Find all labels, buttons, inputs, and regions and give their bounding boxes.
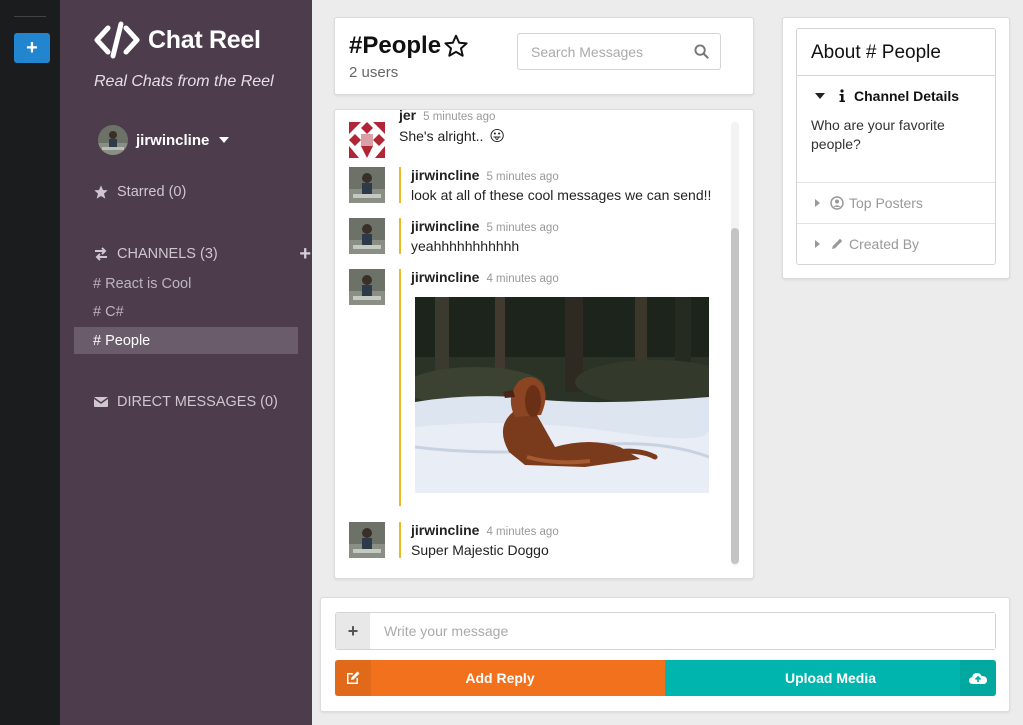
message-avatar <box>349 522 385 558</box>
add-reply-label: Add Reply <box>465 670 535 686</box>
message-author[interactable]: jirwincline <box>411 218 479 234</box>
search-box <box>517 33 721 70</box>
accordion-channel-details[interactable]: Channel Details <box>797 76 995 116</box>
user-avatar <box>98 125 128 155</box>
search-icon[interactable] <box>694 44 709 59</box>
meta-title: About # People <box>797 29 995 76</box>
message-time: 5 minutes ago <box>486 222 559 234</box>
upload-media-button[interactable]: Upload Media <box>665 660 996 696</box>
compose-field: + <box>335 612 996 650</box>
message-time: 4 minutes ago <box>486 273 559 285</box>
sidebar: Chat Reel Real Chats from the Reel jirwi… <box>60 0 312 725</box>
message-author[interactable]: jirwincline <box>411 522 479 538</box>
message-text: yeahhhhhhhhhhh <box>411 238 520 254</box>
message-input[interactable] <box>370 613 995 649</box>
chevron-down-icon <box>219 137 230 143</box>
messages-scrollbar[interactable] <box>731 122 739 566</box>
caret-right-icon <box>815 240 820 248</box>
message-author[interactable]: jirwincline <box>411 269 479 285</box>
channel-meta-panel: About # People Channel Details Who are y… <box>782 17 1010 279</box>
upload-media-label: Upload Media <box>784 670 876 686</box>
add-attachment-button[interactable]: + <box>336 613 370 649</box>
strip-divider <box>14 16 46 17</box>
info-icon <box>839 89 845 102</box>
message-text-content: She's alright.. <box>399 128 484 144</box>
channel-description: Who are your favorite people? <box>811 117 945 152</box>
channel-title-text: #People <box>349 32 442 59</box>
user-circle-icon <box>830 196 844 210</box>
direct-messages-label: DIRECT MESSAGES (0) <box>117 394 278 410</box>
edit-icon <box>335 660 371 696</box>
mail-icon <box>93 394 109 410</box>
sidebar-item-people[interactable]: # People <box>74 327 298 354</box>
caret-right-icon <box>815 199 820 207</box>
accordion-label: Created By <box>849 236 920 252</box>
exchange-icon <box>93 246 109 262</box>
starred-section[interactable]: Starred (0) <box>93 184 186 200</box>
message-author[interactable]: jirwincline <box>411 167 479 183</box>
channel-header: #People 2 users <box>334 17 754 95</box>
channels-label: CHANNELS (3) <box>117 246 218 262</box>
app-tagline: Real Chats from the Reel <box>94 73 274 90</box>
accordion-label: Channel Details <box>854 88 960 104</box>
message-header: jirwincline 5 minutes ago <box>411 167 719 183</box>
brand: Chat Reel <box>94 20 261 60</box>
message-header: jer 5 minutes ago <box>399 110 719 123</box>
message-text: look at all of these cool messages we ca… <box>411 187 712 203</box>
message-body: jirwincline 5 minutes ago yeahhhhhhhhhhh <box>399 218 719 254</box>
message-header: jirwincline 4 minutes ago <box>411 522 719 538</box>
caret-down-icon <box>815 93 825 99</box>
code-icon <box>94 21 140 59</box>
sidebar-item-csharp[interactable]: # C# <box>74 298 298 325</box>
messages-panel[interactable]: jer 5 minutes ago She's alright.. 😛 jirw… <box>334 109 754 579</box>
message-body: jirwincline 4 minutes ago Super Majestic… <box>399 522 719 558</box>
add-channel-button[interactable]: + <box>299 244 311 264</box>
add-team-button[interactable]: + <box>14 33 50 63</box>
message-body: jer 5 minutes ago She's alright.. 😛 <box>399 110 719 145</box>
scrollbar-thumb[interactable] <box>731 228 739 564</box>
user-name: jirwincline <box>136 131 210 149</box>
message-body: jirwincline 4 minutes ago <box>399 269 719 506</box>
accordion-created-by[interactable]: Created By <box>797 223 995 264</box>
starred-label: Starred (0) <box>117 184 187 200</box>
star-outline-icon[interactable] <box>443 33 469 59</box>
message-avatar <box>349 218 385 254</box>
message-header: jirwincline 4 minutes ago <box>411 269 719 285</box>
channel-title: #People <box>349 32 469 60</box>
meta-box: About # People Channel Details Who are y… <box>796 28 996 265</box>
star-icon <box>93 184 109 200</box>
accordion-top-posters[interactable]: Top Posters <box>797 182 995 223</box>
channel-user-count: 2 users <box>349 64 399 81</box>
accordion-label: Top Posters <box>849 195 923 211</box>
message-time: 5 minutes ago <box>486 171 559 183</box>
add-reply-button[interactable]: Add Reply <box>335 660 665 696</box>
message-avatar <box>349 167 385 203</box>
cloud-upload-icon <box>960 660 996 696</box>
message-text: She's alright.. 😛 <box>399 127 719 145</box>
message-time: 5 minutes ago <box>423 111 496 123</box>
message-avatar <box>349 269 385 305</box>
message-image-dog[interactable] <box>415 297 709 493</box>
message-body: jirwincline 5 minutes ago look at all of… <box>399 167 719 203</box>
message-avatar <box>349 122 385 158</box>
message-time: 4 minutes ago <box>486 526 559 538</box>
message-author[interactable]: jer <box>399 110 416 123</box>
app-title: Chat Reel <box>148 25 261 54</box>
direct-messages-section: DIRECT MESSAGES (0) <box>93 394 278 410</box>
app-strip: + <box>0 0 60 725</box>
message-header: jirwincline 5 minutes ago <box>411 218 719 234</box>
sidebar-item-react-is-cool[interactable]: # React is Cool <box>74 270 298 297</box>
message-text: Super Majestic Doggo <box>411 542 549 558</box>
search-input[interactable] <box>518 34 688 69</box>
pencil-icon <box>832 238 843 249</box>
channels-section: CHANNELS (3) + <box>93 244 311 264</box>
tongue-emoji-icon: 😛 <box>489 128 506 145</box>
user-dropdown[interactable]: jirwincline <box>98 125 230 155</box>
message-composer: + Add Reply Upload Media <box>320 597 1010 712</box>
